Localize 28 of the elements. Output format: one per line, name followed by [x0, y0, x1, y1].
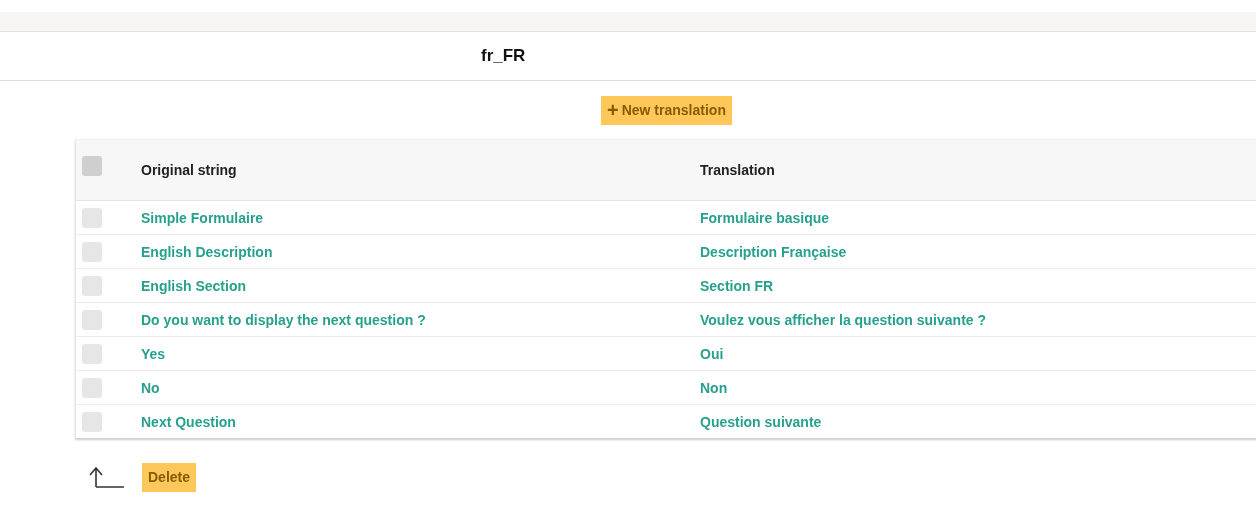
column-header: Translation [700, 162, 775, 178]
translation-link[interactable]: Question suivante [700, 413, 822, 430]
delete-button[interactable]: Delete [142, 462, 197, 492]
original-string-link[interactable]: English Description [141, 243, 273, 260]
column-header: Original string [141, 162, 237, 178]
row-checkbox[interactable] [82, 343, 102, 364]
new-translation-button[interactable]: +New translation [601, 95, 732, 125]
row-checkbox[interactable] [82, 411, 102, 432]
row-checkbox[interactable] [82, 377, 102, 398]
row-checkbox[interactable] [82, 309, 102, 330]
page-title: fr_FR [481, 46, 526, 66]
original-string-link[interactable]: Yes [141, 345, 166, 362]
row-checkbox[interactable] [82, 241, 102, 262]
original-string-link[interactable]: Next Question [141, 413, 236, 430]
original-string-link[interactable]: No [141, 379, 160, 396]
turn-up-arrow-icon [88, 466, 124, 488]
translation-link[interactable]: Oui [700, 345, 724, 362]
translation-link[interactable]: Non [700, 379, 728, 396]
original-string-link[interactable]: Do you want to display the next question ? [141, 311, 426, 328]
translation-link[interactable]: Section FR [700, 277, 774, 294]
original-string-link[interactable]: Simple Formulaire [141, 209, 264, 226]
translation-link[interactable]: Formulaire basique [700, 209, 830, 226]
original-string-link[interactable]: English Section [141, 277, 246, 294]
row-checkbox[interactable] [82, 207, 102, 228]
select-all-checkbox[interactable] [82, 156, 102, 176]
translation-link[interactable]: Voulez vous afficher la question suivante ? [700, 311, 987, 328]
row-checkbox[interactable] [82, 275, 102, 296]
translation-link[interactable]: Description Française [700, 243, 847, 260]
